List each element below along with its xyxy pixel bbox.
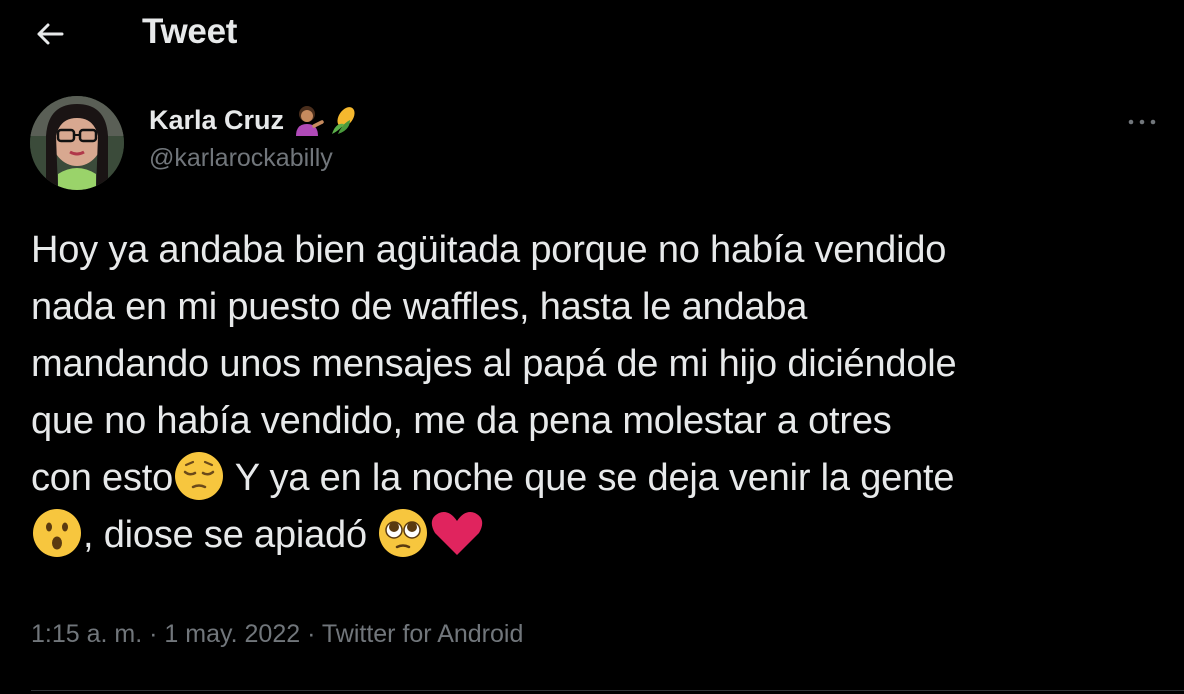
tweet-text-segment: Y ya en la noche que se deja venir la ge…	[225, 457, 955, 499]
pensive-face-emoji	[173, 450, 225, 502]
header-bar: Tweet	[0, 0, 1184, 70]
tweet-time[interactable]: 1:15 a. m.	[31, 620, 142, 648]
tweet-line: con esto Y ya en la noche que se deja ve…	[31, 450, 1171, 507]
pleading-face-emoji	[377, 507, 429, 559]
meta-separator: ·	[142, 620, 165, 648]
tweet-client[interactable]: Twitter for Android	[322, 620, 523, 648]
tweet-line: , diose se apiadó	[31, 507, 1171, 564]
author-handle[interactable]: @karlarockabilly	[149, 144, 333, 173]
page-title: Tweet	[142, 12, 238, 51]
meta-separator: ·	[300, 620, 322, 648]
tweet-line: Hoy ya andaba bien agüitada porque no ha…	[31, 229, 947, 271]
author-name-row: Karla Cruz	[149, 102, 360, 138]
tweet-text-segment: con esto	[31, 457, 174, 499]
tweet-line: que no había vendido, me da pena molesta…	[31, 400, 892, 442]
more-options-icon[interactable]	[1122, 112, 1162, 132]
tweet-text: Hoy ya andaba bien agüitada porque no ha…	[31, 222, 1171, 564]
divider	[31, 690, 1184, 691]
tweet-line: nada en mi puesto de waffles, hasta le a…	[31, 286, 808, 328]
tweet-date[interactable]: 1 may. 2022	[164, 620, 300, 648]
tweet-meta: 1:15 a. m. · 1 may. 2022 · Twitter for A…	[31, 620, 523, 649]
person-tipping-hand-emoji	[292, 104, 324, 136]
avatar[interactable]	[30, 96, 124, 190]
author-name[interactable]: Karla Cruz	[149, 105, 284, 136]
red-heart-emoji	[429, 507, 485, 559]
hushed-face-emoji	[31, 507, 83, 559]
ear-of-corn-emoji	[328, 104, 360, 136]
back-arrow-icon[interactable]	[30, 14, 70, 54]
tweet-text-segment: , diose se apiadó	[83, 514, 378, 556]
tweet-line: mandando unos mensajes al papá de mi hij…	[31, 343, 957, 385]
